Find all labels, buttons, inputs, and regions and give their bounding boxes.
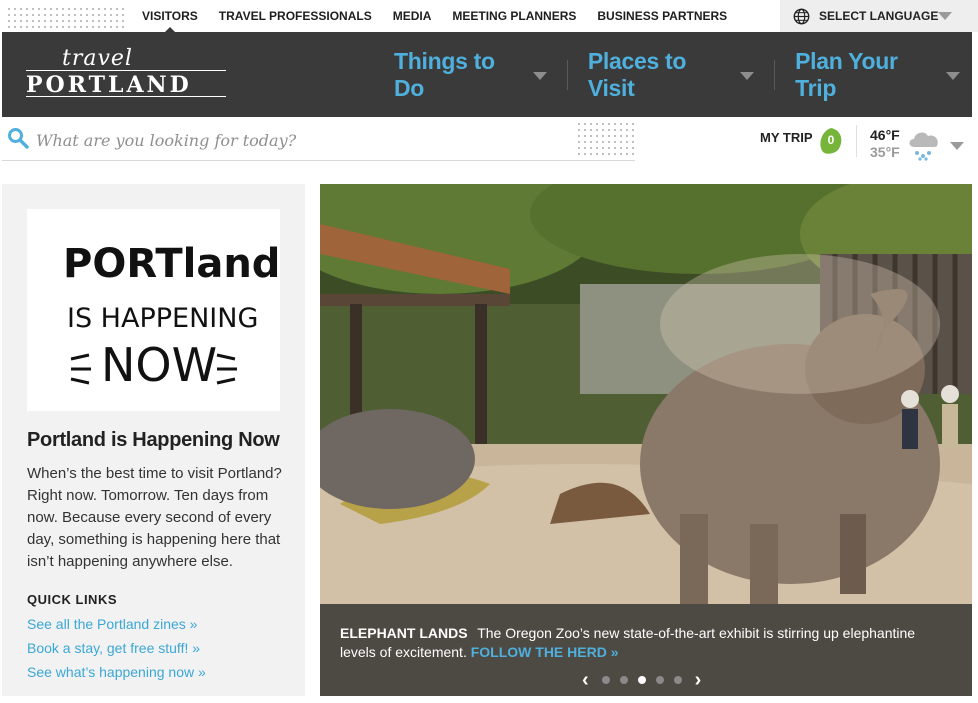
search-input[interactable] <box>36 126 576 154</box>
quick-link-happening-now[interactable]: See what’s happening now » <box>27 664 206 680</box>
nav-places-to-visit-label: Places to Visit <box>587 47 687 101</box>
my-trip-count: 0 <box>827 133 835 147</box>
intro-title: Portland is Happening Now <box>27 429 280 451</box>
chevron-down-icon <box>740 72 755 80</box>
logo-rule-bottom <box>26 96 226 97</box>
burst-line <box>216 377 236 385</box>
search-underline <box>2 160 635 161</box>
burst-line <box>216 353 236 361</box>
travel-portland-logo[interactable]: travel PORTLAND <box>26 46 232 100</box>
portland-happening-now-image[interactable]: PORTland IS HAPPENING NOW <box>27 209 280 411</box>
logo-script-text: travel <box>62 46 133 71</box>
quick-links-heading: QUICK LINKS <box>27 592 117 607</box>
rain-cloud-icon <box>909 132 938 161</box>
nav-divider <box>566 59 568 90</box>
slide-dot-1[interactable] <box>601 676 610 684</box>
chevron-down-icon[interactable] <box>950 142 964 150</box>
search-bar: MY TRIP 0 46°F 35°F <box>0 117 978 163</box>
nav-things-to-do[interactable]: Things to Do <box>382 48 559 101</box>
select-language-button[interactable]: SELECT LANGUAGE <box>780 0 978 32</box>
my-trip-badge: 0 <box>818 126 844 156</box>
my-trip-button[interactable]: MY TRIP 0 <box>760 128 842 154</box>
nav-things-to-do-label: Things to Do <box>394 47 495 101</box>
select-language-label: SELECT LANGUAGE <box>819 9 939 23</box>
nav-plan-your-trip[interactable]: Plan Your Trip <box>783 48 972 101</box>
intro-body: When’s the best time to visit Portland? … <box>27 465 282 570</box>
hero-slider: ELEPHANT LANDS The Oregon Zoo’s new stat… <box>320 184 972 696</box>
hero-caption-text: ELEPHANT LANDS The Oregon Zoo’s new stat… <box>340 624 950 662</box>
dot-pattern-decoration <box>576 121 636 159</box>
globe-icon <box>793 8 810 24</box>
slide-dot-2[interactable] <box>619 676 628 684</box>
hero-caption-title: ELEPHANT LANDS <box>340 625 468 641</box>
burst-line <box>70 377 90 385</box>
chevron-left-icon[interactable]: ‹ <box>582 670 589 690</box>
nav-places-to-visit[interactable]: Places to Visit <box>576 48 766 101</box>
slider-pager: ‹ › <box>582 670 702 690</box>
audience-link-business-partners[interactable]: BUSINESS PARTNERS <box>597 9 727 23</box>
chevron-down-icon <box>946 72 961 80</box>
nav-plan-your-trip-label: Plan Your Trip <box>795 47 898 101</box>
search-icon[interactable] <box>7 127 29 149</box>
chevron-right-icon[interactable]: › <box>695 670 702 690</box>
audience-link-visitors[interactable]: VISITORS <box>142 9 198 33</box>
slide-dot-4[interactable] <box>655 676 664 684</box>
nav-divider <box>774 59 776 90</box>
chevron-down-icon <box>938 12 952 20</box>
quick-link-zines[interactable]: See all the Portland zines » <box>27 616 197 632</box>
site-header: travel PORTLAND Things to Do Places to V… <box>2 32 972 117</box>
weather-divider <box>856 125 857 157</box>
chevron-down-icon <box>532 72 547 80</box>
audience-link-travel-professionals[interactable]: TRAVEL PROFESSIONALS <box>219 9 372 23</box>
audience-link-meeting-planners[interactable]: MEETING PLANNERS <box>452 9 576 23</box>
hand-lettering-graphic: PORTland IS HAPPENING NOW <box>63 241 280 392</box>
follow-the-herd-link[interactable]: FOLLOW THE HERD » <box>471 644 619 660</box>
intro-panel: PORTland IS HAPPENING NOW Portland is Ha… <box>2 184 305 696</box>
audience-links: VISITORS TRAVEL PROFESSIONALS MEDIA MEET… <box>142 0 748 33</box>
quick-link-book-stay[interactable]: Book a stay, get free stuff! » <box>27 640 200 656</box>
dot-pattern-decoration <box>6 6 124 28</box>
temperature-low: 35°F <box>870 144 900 160</box>
main-nav: Things to Do Places to Visit Plan Your T… <box>382 32 972 117</box>
slide-dot-3[interactable] <box>637 676 646 684</box>
lettering-line-1: PORTland <box>63 241 280 287</box>
logo-rule-top <box>26 70 226 71</box>
temperature-high: 46°F <box>870 127 900 143</box>
burst-line <box>70 353 90 361</box>
logo-word-text: PORTLAND <box>26 72 192 98</box>
slide-dot-5[interactable] <box>673 676 682 684</box>
audience-nav: VISITORS TRAVEL PROFESSIONALS MEDIA MEET… <box>0 0 978 33</box>
my-trip-label: MY TRIP <box>760 130 813 145</box>
audience-link-media[interactable]: MEDIA <box>393 9 432 23</box>
lettering-line-2: IS HAPPENING <box>67 303 258 334</box>
lettering-line-3: NOW <box>101 338 217 392</box>
